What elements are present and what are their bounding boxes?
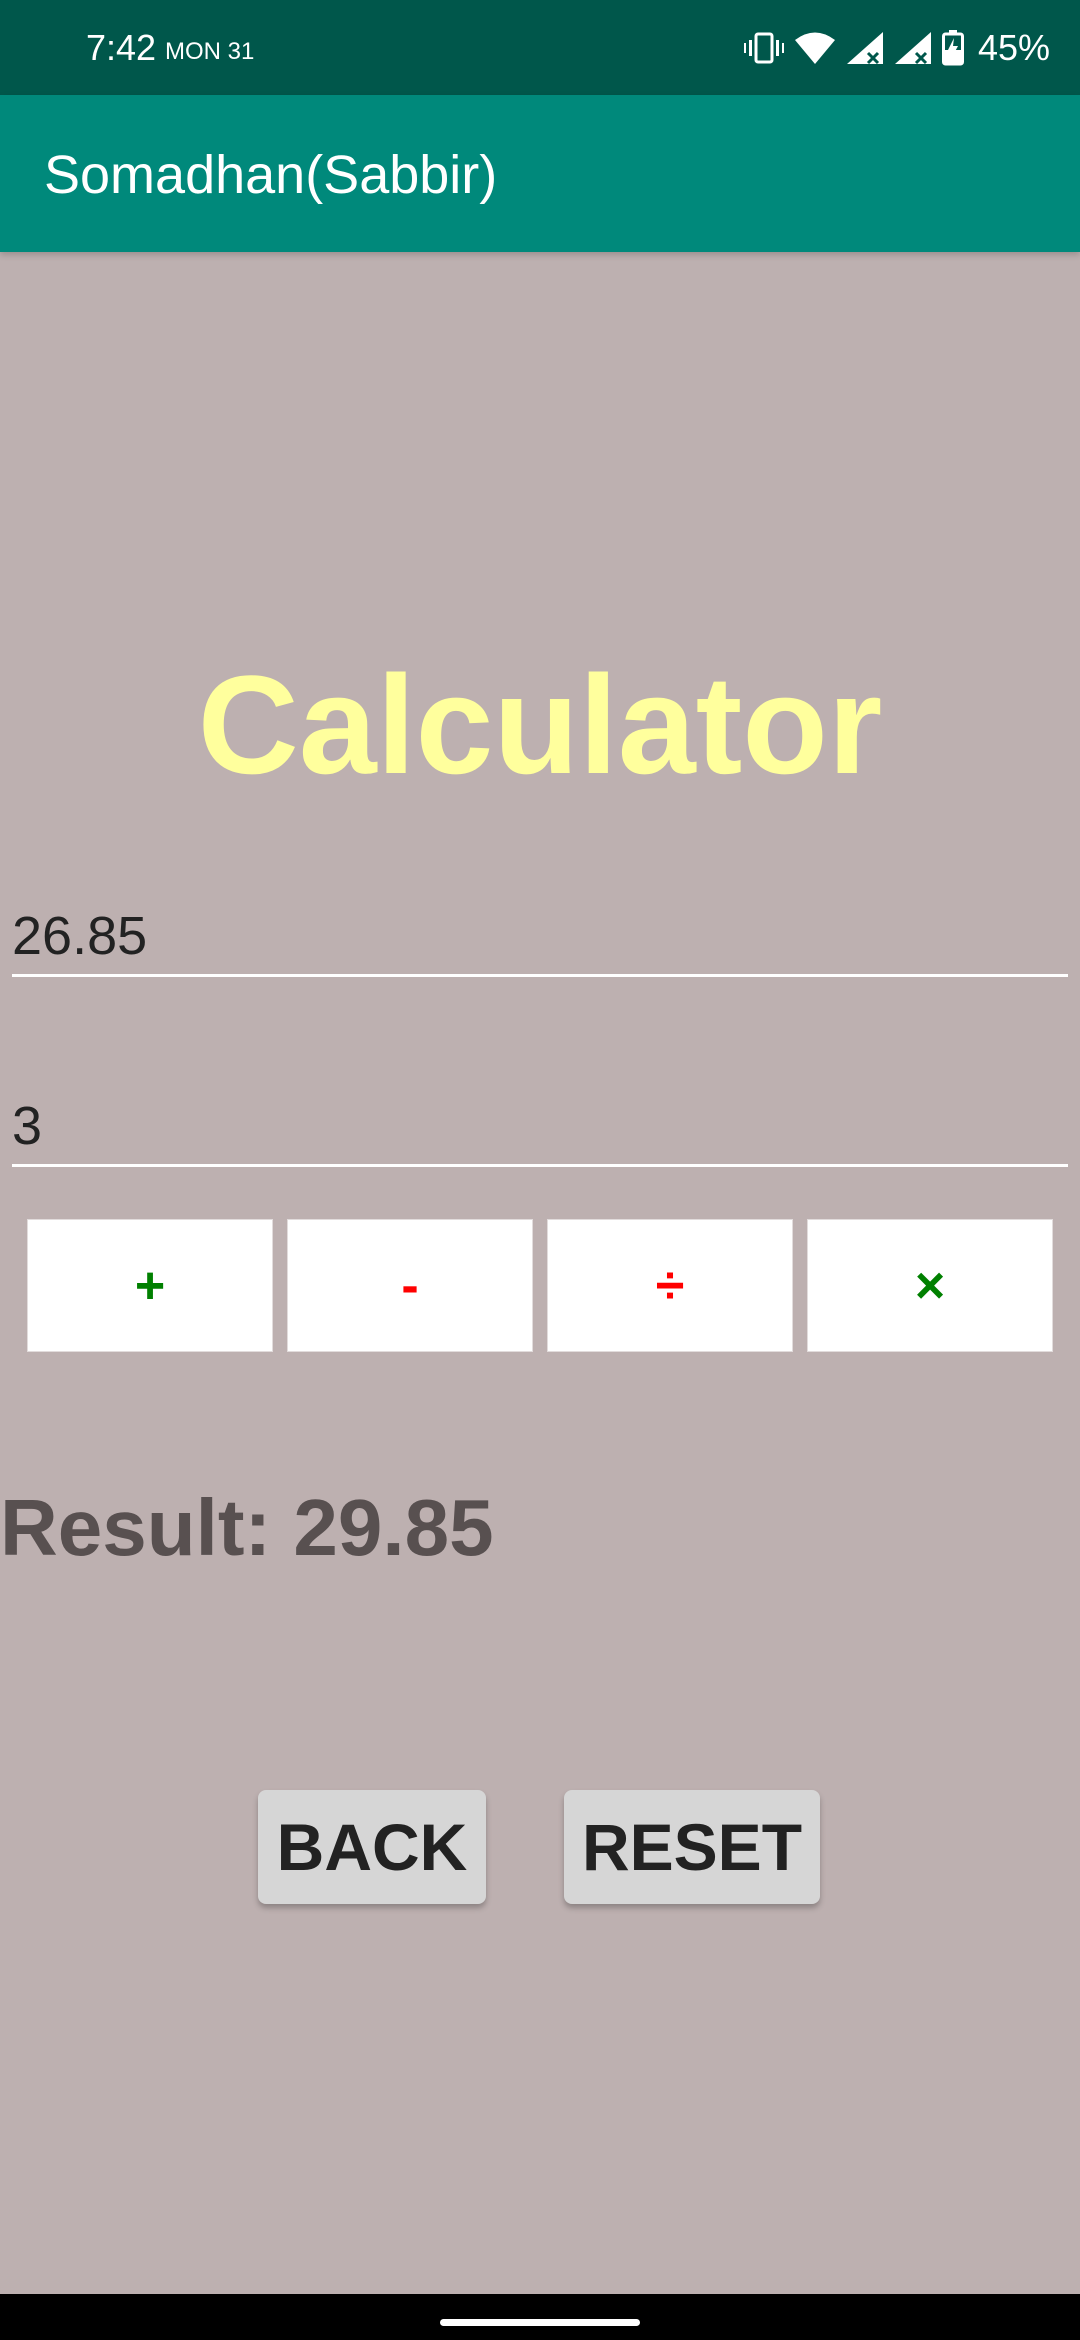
calculator-heading: Calculator <box>197 646 883 803</box>
vibrate-icon <box>743 31 784 65</box>
status-bar: 7:42 MON 31 45% <box>0 0 1080 95</box>
app-title: Somadhan(Sabbir) <box>44 145 498 205</box>
divide-button[interactable]: ÷ <box>547 1219 793 1352</box>
result-text: Result: 29.85 <box>0 1483 494 1572</box>
battery-percent: 45% <box>977 27 1050 68</box>
signal-icon <box>846 31 884 65</box>
first-number-input[interactable] <box>12 897 1068 977</box>
navigation-bar <box>0 2294 1080 2340</box>
battery-charging-icon <box>941 30 964 66</box>
status-icons: 45% <box>743 24 1050 72</box>
subtract-button[interactable]: - <box>287 1219 533 1352</box>
add-button[interactable]: + <box>27 1219 273 1352</box>
status-date: MON 31 <box>165 38 255 65</box>
home-gesture-handle[interactable] <box>440 2319 640 2326</box>
wifi-icon <box>794 31 836 65</box>
multiply-button[interactable]: × <box>807 1219 1053 1352</box>
second-number-input[interactable] <box>12 1087 1068 1167</box>
reset-button[interactable]: RESET <box>564 1790 820 1904</box>
app-bar: Somadhan(Sabbir) <box>0 95 1080 252</box>
signal-icon <box>894 31 932 65</box>
status-time: 7:42 <box>86 27 157 68</box>
back-button[interactable]: BACK <box>258 1790 486 1904</box>
